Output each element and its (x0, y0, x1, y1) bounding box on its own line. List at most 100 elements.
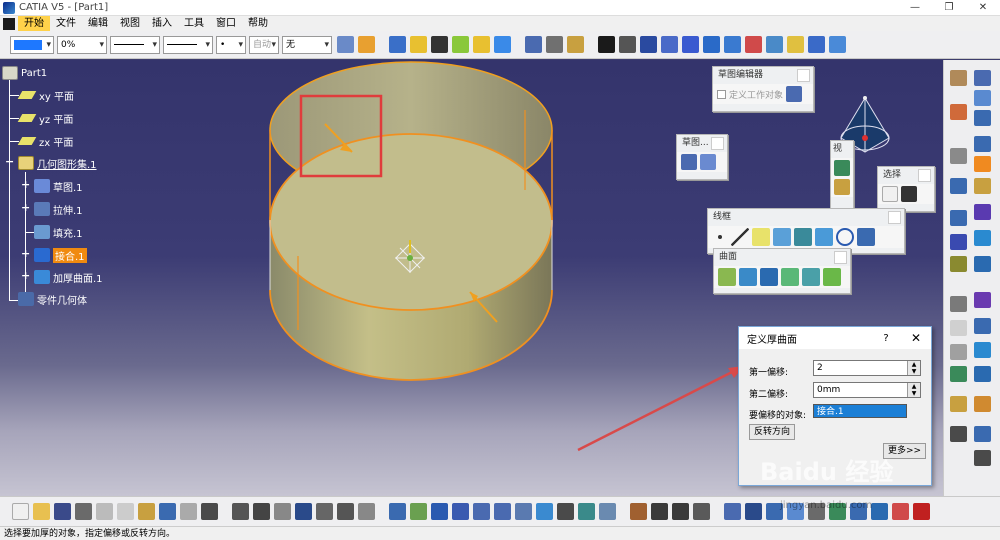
first-offset-input[interactable]: 2 ▲ ▼ (813, 360, 921, 376)
rotate-icon[interactable] (452, 503, 469, 520)
sketch-icon[interactable] (681, 154, 697, 170)
tree-item-thick-surface[interactable]: 加厚曲面.1 (34, 268, 103, 286)
analysis-icon[interactable] (567, 36, 584, 53)
redo-icon[interactable] (180, 503, 197, 520)
grid-icon[interactable] (661, 36, 678, 53)
measure-icon[interactable] (525, 36, 542, 53)
folder-icon[interactable] (834, 179, 850, 195)
tree-item-yz-plane[interactable]: yz 平面 (17, 109, 73, 127)
fit-all-icon[interactable] (410, 503, 427, 520)
paste-icon[interactable] (138, 503, 155, 520)
transparency-combo[interactable]: 0% (57, 35, 107, 54)
surface-icon[interactable] (494, 36, 511, 53)
tool-icon[interactable] (974, 70, 991, 86)
table-icon[interactable] (682, 36, 699, 53)
tool-icon[interactable] (974, 426, 991, 442)
tool-icon[interactable] (892, 503, 909, 520)
blend-icon[interactable] (823, 268, 841, 286)
tree-item-join[interactable]: 接合.1 (34, 246, 87, 264)
select-filter-icon[interactable] (901, 186, 917, 202)
formula-icon[interactable] (232, 503, 249, 520)
point-icon[interactable] (410, 36, 427, 53)
grid-icon[interactable] (950, 234, 967, 250)
tool-icon[interactable] (974, 256, 991, 272)
pan-icon[interactable] (431, 503, 448, 520)
close-icon[interactable] (918, 169, 931, 182)
close-icon[interactable] (834, 251, 847, 264)
fly-icon[interactable] (389, 503, 406, 520)
tree-item-part-body[interactable]: 零件几何体 (18, 290, 87, 308)
tree-item-xy-plane[interactable]: xy 平面 (17, 86, 74, 104)
point-type-combo[interactable]: • (216, 35, 246, 54)
knowledge-icon[interactable] (358, 503, 375, 520)
tree-item-geo-set[interactable]: 几何图形集.1 (18, 154, 97, 172)
tool-icon[interactable] (974, 204, 991, 220)
tool-icon[interactable] (974, 90, 991, 106)
spline-icon[interactable] (857, 228, 875, 246)
line-thickness-combo[interactable] (110, 35, 160, 54)
axis-icon[interactable] (950, 210, 967, 226)
sketch-icon[interactable] (389, 36, 406, 53)
tool-icon[interactable] (950, 148, 967, 164)
spinner-icon[interactable]: ▲ ▼ (907, 361, 920, 375)
inertia-icon[interactable] (546, 36, 563, 53)
render-icon[interactable] (599, 503, 616, 520)
tool-icon[interactable] (693, 503, 710, 520)
tree-item-part1[interactable]: Part1 (2, 64, 47, 82)
line-icon[interactable] (731, 228, 749, 246)
tool-icon[interactable] (974, 342, 991, 358)
work-object-checkbox[interactable] (717, 89, 726, 99)
plane-icon[interactable] (752, 228, 770, 246)
tool-icon[interactable] (724, 503, 741, 520)
line-type-combo[interactable] (163, 35, 213, 54)
close-icon[interactable] (797, 69, 810, 82)
reverse-direction-button[interactable]: 反转方向 (749, 424, 796, 440)
tool-icon[interactable] (871, 503, 888, 520)
help-icon[interactable] (201, 503, 218, 520)
tree-item-sketch[interactable]: 草图.1 (34, 177, 83, 195)
swap-icon[interactable] (578, 503, 595, 520)
intersection-icon[interactable] (794, 228, 812, 246)
fill-surface-icon[interactable] (781, 268, 799, 286)
revolve-surface-icon[interactable] (739, 268, 757, 286)
tool-icon[interactable] (974, 318, 991, 334)
menu-edit[interactable]: 编辑 (82, 16, 114, 31)
document-menu-icon[interactable] (3, 17, 15, 30)
collapse-icon[interactable]: − (5, 156, 14, 167)
tree-item-zx-plane[interactable]: zx 平面 (17, 132, 73, 150)
tool-icon[interactable] (974, 366, 991, 382)
select-arrow-icon[interactable] (882, 186, 898, 202)
tool-icon[interactable] (672, 503, 689, 520)
eraser-icon[interactable] (829, 36, 846, 53)
table-icon[interactable] (295, 503, 312, 520)
offset-icon[interactable] (815, 228, 833, 246)
extrude-icon[interactable] (473, 36, 490, 53)
menu-window[interactable]: 窗口 (210, 16, 242, 31)
rotate-view-icon[interactable] (598, 36, 615, 53)
comment-icon[interactable] (253, 503, 270, 520)
sketch-icon[interactable] (786, 86, 803, 102)
globe-icon[interactable] (834, 160, 850, 176)
object-to-offset-field[interactable]: 接合.1 (813, 404, 907, 418)
close-window-button[interactable]: ✕ (966, 0, 1000, 16)
multi-section-icon[interactable] (802, 268, 820, 286)
sweep-icon[interactable] (760, 268, 778, 286)
paint-brush-icon[interactable] (337, 36, 354, 53)
tool-icon[interactable] (950, 256, 967, 272)
iso-view-icon[interactable] (536, 503, 553, 520)
expand-icon[interactable]: + (21, 248, 30, 259)
extrude-surface-icon[interactable] (718, 268, 736, 286)
layers-icon[interactable] (766, 36, 783, 53)
circle-icon[interactable] (836, 228, 854, 246)
workbench-icon[interactable] (950, 70, 967, 86)
tool-icon[interactable] (974, 110, 991, 126)
spinner-icon[interactable]: ▲ ▼ (907, 383, 920, 397)
undo-icon[interactable] (159, 503, 176, 520)
tool-icon[interactable] (974, 292, 991, 308)
chart-icon[interactable] (950, 178, 967, 194)
line-icon[interactable] (431, 36, 448, 53)
restore-button[interactable]: ❐ (932, 0, 966, 16)
properties-icon[interactable] (787, 36, 804, 53)
tool-icon[interactable] (950, 296, 967, 312)
print-icon[interactable] (75, 503, 92, 520)
